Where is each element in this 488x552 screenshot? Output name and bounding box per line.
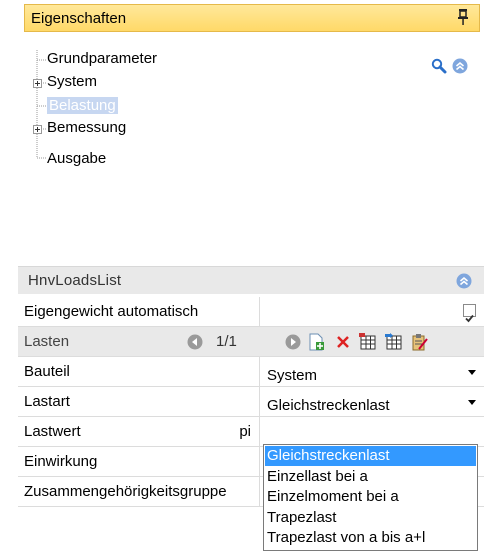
tree-item-label: Ausgabe (47, 150, 107, 167)
tree-item-grundparameter[interactable]: Grundparameter (47, 48, 157, 70)
lastwert-input[interactable] (261, 417, 484, 447)
expand-bemessung-icon[interactable] (33, 125, 42, 134)
dropdown-option[interactable]: Trapezlast (265, 508, 476, 528)
tree-item-label: Bemessung (47, 119, 127, 136)
previous-icon[interactable] (186, 333, 204, 351)
tree-item-label: System (47, 73, 98, 90)
section-header-hnvloadslist: HnvLoadsList (18, 266, 484, 294)
property-row-lastart: Lastart Gleichstreckenlast (18, 387, 484, 417)
section-title: HnvLoadsList (28, 272, 122, 289)
lastart-select[interactable]: Gleichstreckenlast (261, 387, 484, 417)
property-row-lastwert: Lastwert pi (18, 417, 484, 447)
tree-item-ausgabe[interactable]: Ausgabe (47, 148, 106, 170)
expand-system-icon[interactable] (33, 79, 42, 88)
properties-title: Eigenschaften (31, 10, 127, 27)
bauteil-value: System (267, 367, 318, 384)
search-icon[interactable] (431, 58, 447, 74)
dropdown-option[interactable]: Trapezlast von a bis a+l (265, 528, 476, 548)
pin-icon[interactable] (457, 8, 469, 26)
dropdown-arrow-icon[interactable] (468, 370, 476, 375)
property-label: Eigengewicht automatisch (18, 297, 260, 327)
tree-item-belastung[interactable]: Belastung (47, 95, 118, 117)
tree-item-label: Belastung (47, 97, 118, 114)
next-icon[interactable] (284, 333, 302, 351)
lastwert-label: Lastwert (24, 423, 81, 440)
property-label: Lastart (18, 387, 260, 417)
eigengewicht-checkbox[interactable] (463, 304, 476, 323)
tree-item-bemessung[interactable]: Bemessung (47, 117, 126, 139)
dropdown-option[interactable]: Gleichstreckenlast (265, 446, 476, 466)
lasten-toolbar-row: Lasten 1/1 (18, 327, 484, 357)
lastart-value: Gleichstreckenlast (267, 397, 390, 414)
tree-view: Grundparameter System Belastung Bemessun… (24, 40, 480, 255)
checkmark-icon (465, 314, 474, 323)
delete-icon[interactable] (334, 333, 352, 351)
property-value (261, 297, 484, 327)
property-label: Lastwert pi (18, 417, 260, 447)
add-icon[interactable] (307, 333, 325, 351)
property-row-eigengewicht: Eigengewicht automatisch (18, 297, 484, 327)
clipboard-edit-icon[interactable] (410, 333, 428, 351)
collapse-up-icon[interactable] (452, 58, 468, 74)
property-label: Bauteil (18, 357, 260, 387)
property-row-bauteil: Bauteil System (18, 357, 484, 387)
pager-label: 1/1 (216, 333, 237, 350)
properties-header: Eigenschaften (24, 4, 480, 32)
dropdown-option[interactable]: Einzelmoment bei a (265, 487, 476, 507)
lastwert-unit: pi (239, 423, 251, 440)
dropdown-option[interactable]: Einzellast bei a (265, 467, 476, 487)
property-label: Zusammengehörigkeitsgruppe (18, 477, 260, 507)
tree-item-label: Grundparameter (47, 50, 158, 67)
tree-item-system[interactable]: System (47, 71, 97, 93)
property-label: Einwirkung (18, 447, 260, 477)
bauteil-select[interactable]: System (261, 357, 484, 387)
table-icon[interactable] (359, 333, 377, 351)
table-insert-icon[interactable] (385, 333, 403, 351)
collapse-up-icon[interactable] (456, 273, 472, 289)
lastart-dropdown-list: Gleichstreckenlast Einzellast bei a Einz… (263, 444, 478, 551)
dropdown-arrow-icon[interactable] (468, 400, 476, 405)
